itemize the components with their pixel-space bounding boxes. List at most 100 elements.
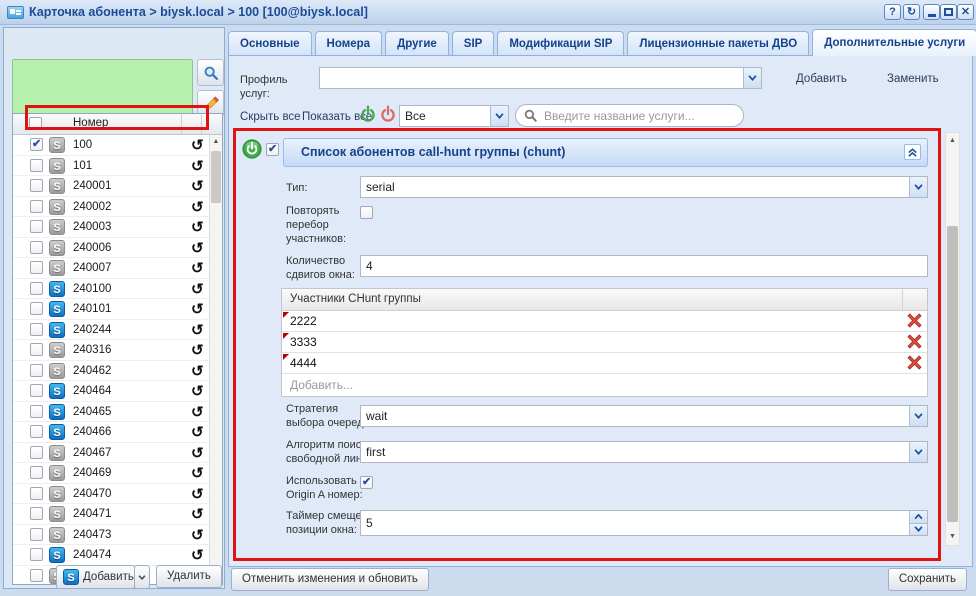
profile-add-button[interactable]: Добавить [796, 73, 847, 85]
tab[interactable]: Модификации SIP [497, 31, 624, 56]
row-checkbox[interactable] [30, 200, 43, 213]
history-icon[interactable]: ↺ [191, 464, 204, 482]
history-icon[interactable]: ↺ [191, 136, 204, 154]
subscriber-row[interactable]: S240003↺ [13, 217, 222, 238]
header-checkbox[interactable] [29, 117, 42, 130]
history-icon[interactable]: ↺ [191, 362, 204, 380]
collapse-button[interactable] [904, 144, 921, 160]
queue-strategy-input[interactable] [361, 406, 909, 426]
subscriber-row[interactable]: S240006↺ [13, 238, 222, 259]
chevron-down-icon[interactable] [909, 177, 927, 197]
row-checkbox[interactable] [30, 487, 43, 500]
save-button[interactable]: Сохранить [888, 568, 967, 591]
tab[interactable]: Номера [315, 31, 383, 56]
row-checkbox[interactable] [30, 261, 43, 274]
spinner-down-button[interactable] [910, 523, 927, 536]
type-combobox-input[interactable] [361, 177, 909, 197]
row-checkbox[interactable] [30, 364, 43, 377]
history-icon[interactable]: ↺ [191, 546, 204, 564]
history-icon[interactable]: ↺ [191, 280, 204, 298]
member-value[interactable]: 2222 [282, 311, 901, 331]
history-icon[interactable]: ↺ [191, 505, 204, 523]
subscriber-row[interactable]: S240467↺ [13, 443, 222, 464]
hide-all-button[interactable]: Скрыть все [240, 111, 301, 123]
type-combobox[interactable] [360, 176, 928, 198]
row-checkbox[interactable] [30, 446, 43, 459]
window-shifts-field[interactable] [360, 255, 928, 277]
history-icon[interactable]: ↺ [191, 239, 204, 257]
history-icon[interactable]: ↺ [191, 300, 204, 318]
history-icon[interactable]: ↺ [191, 259, 204, 277]
subscriber-row[interactable]: S240007↺ [13, 258, 222, 279]
subscriber-row[interactable]: S240471↺ [13, 504, 222, 525]
history-icon[interactable]: ↺ [191, 423, 204, 441]
tab[interactable]: Дополнительные услуги [812, 29, 976, 56]
tab[interactable]: Лицензионные пакеты ДВО [627, 31, 809, 56]
service-panel-header[interactable]: Список абонентов call-hunt группы (chunt… [283, 138, 928, 167]
scroll-down-icon[interactable]: ▼ [946, 530, 959, 544]
row-checkbox[interactable] [30, 323, 43, 336]
subscriber-list-scrollbar[interactable]: ▲ ▼ [209, 135, 222, 584]
profile-replace-button[interactable]: Заменить [887, 73, 939, 85]
scroll-thumb[interactable] [211, 151, 221, 203]
refresh-button[interactable]: ↻ [903, 4, 920, 20]
subscriber-row[interactable]: S100↺ [13, 135, 222, 156]
delete-member-icon[interactable] [907, 313, 923, 329]
history-icon[interactable]: ↺ [191, 403, 204, 421]
delete-member-icon[interactable] [907, 355, 923, 371]
row-checkbox[interactable] [30, 405, 43, 418]
row-checkbox[interactable] [30, 220, 43, 233]
history-icon[interactable]: ↺ [191, 485, 204, 503]
subscriber-row[interactable]: S240316↺ [13, 340, 222, 361]
tab[interactable]: Другие [385, 31, 449, 56]
row-checkbox[interactable] [30, 241, 43, 254]
service-enabled-power-icon[interactable] [242, 139, 262, 162]
filter-combobox-input[interactable] [400, 106, 490, 126]
profile-combobox[interactable] [319, 67, 762, 89]
window-timer-input[interactable] [361, 511, 909, 535]
repeat-checkbox[interactable] [360, 206, 373, 219]
line-search-combobox[interactable] [360, 441, 928, 463]
subscriber-row[interactable]: S101↺ [13, 156, 222, 177]
cancel-refresh-button[interactable]: Отменить изменения и обновить [231, 568, 429, 591]
subscriber-row[interactable]: S240464↺ [13, 381, 222, 402]
enable-all-power-icon[interactable] [360, 105, 376, 127]
subscriber-row[interactable]: S240465↺ [13, 402, 222, 423]
tab[interactable]: SIP [452, 31, 495, 56]
row-checkbox[interactable] [30, 179, 43, 192]
subscriber-row[interactable]: S240462↺ [13, 361, 222, 382]
member-value[interactable]: 3333 [282, 332, 901, 352]
scroll-thumb[interactable] [947, 226, 958, 522]
subscriber-row[interactable]: S240101↺ [13, 299, 222, 320]
subscriber-row[interactable]: S240474↺ [13, 545, 222, 566]
history-icon[interactable]: ↺ [191, 341, 204, 359]
chevron-down-icon[interactable] [909, 442, 927, 462]
maximize-button[interactable] [940, 4, 957, 20]
queue-strategy-combobox[interactable] [360, 405, 928, 427]
help-button[interactable]: ? [884, 4, 901, 20]
chevron-down-icon[interactable] [743, 68, 761, 88]
row-checkbox[interactable] [30, 343, 43, 356]
row-checkbox[interactable] [30, 302, 43, 315]
row-checkbox[interactable] [30, 528, 43, 541]
filter-combobox[interactable] [399, 105, 509, 127]
subscriber-row[interactable]: S240244↺ [13, 320, 222, 341]
scroll-up-icon[interactable]: ▲ [946, 134, 959, 148]
history-icon[interactable]: ↺ [191, 382, 204, 400]
history-icon[interactable]: ↺ [191, 526, 204, 544]
line-search-input[interactable] [361, 442, 909, 462]
row-checkbox[interactable] [30, 384, 43, 397]
search-button[interactable] [197, 59, 224, 86]
add-member-row[interactable]: Добавить... [282, 374, 927, 395]
delete-subscriber-button[interactable]: Удалить [156, 565, 222, 588]
close-button[interactable]: ✕ [957, 4, 974, 20]
subscriber-row[interactable]: S240470↺ [13, 484, 222, 505]
services-scrollbar[interactable]: ▲ ▼ [945, 132, 960, 546]
service-search-input[interactable] [542, 106, 735, 125]
row-checkbox[interactable] [30, 282, 43, 295]
origin-a-checkbox[interactable] [360, 476, 373, 489]
chevron-down-icon[interactable] [490, 106, 508, 126]
subscriber-row[interactable]: S240473↺ [13, 525, 222, 546]
row-checkbox[interactable] [30, 466, 43, 479]
history-icon[interactable]: ↺ [191, 444, 204, 462]
